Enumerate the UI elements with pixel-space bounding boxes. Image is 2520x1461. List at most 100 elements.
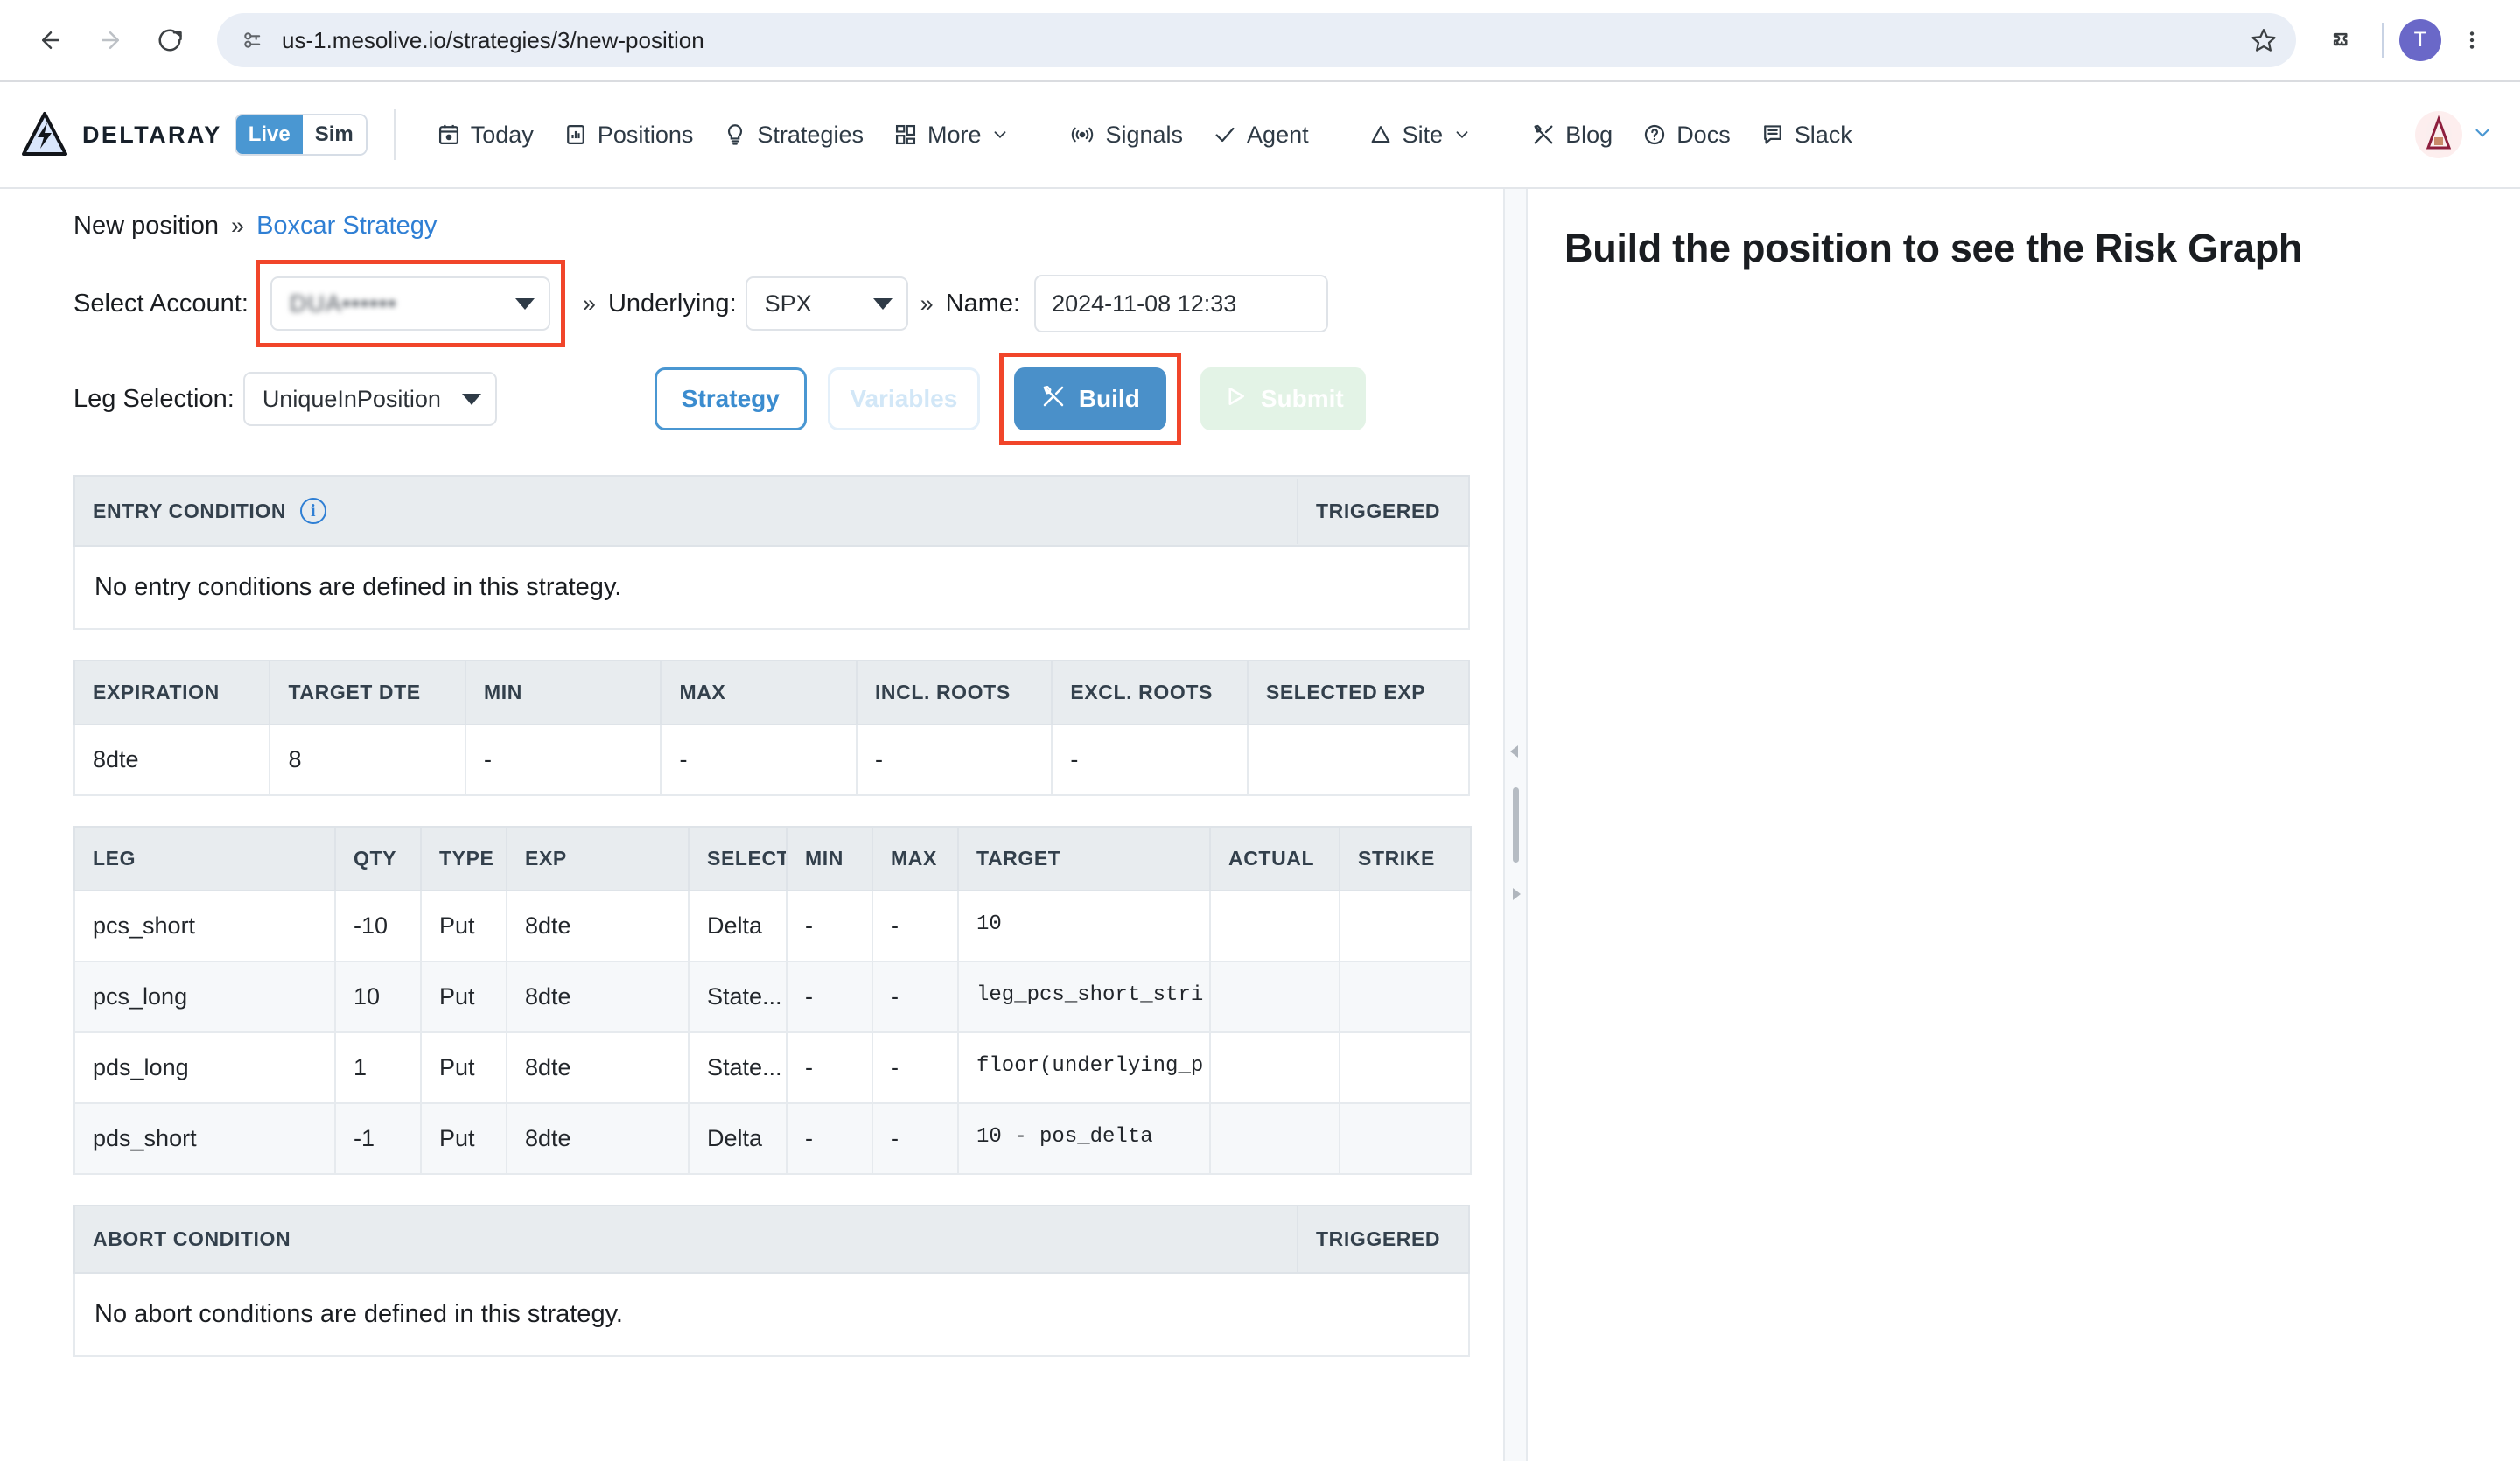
cell-selector: State... <box>688 961 788 1033</box>
nav-item-site[interactable]: Site <box>1354 122 1488 149</box>
leg-selection-select[interactable]: UniqueInPosition <box>242 372 497 426</box>
expiration-table-block: EXPIRATION TARGET DTE MIN MAX INCL. ROOT… <box>73 660 1486 796</box>
nav-item-signals[interactable]: Signals <box>1054 122 1198 149</box>
nav-label-agent: Agent <box>1247 121 1309 148</box>
variables-button[interactable]: Variables <box>827 367 980 430</box>
expand-right-icon[interactable] <box>1507 885 1524 907</box>
submit-button[interactable]: Submit <box>1200 367 1366 430</box>
cell-type: Put <box>420 1031 508 1104</box>
browser-back-button[interactable] <box>23 12 79 68</box>
expiration-table: EXPIRATION TARGET DTE MIN MAX INCL. ROOT… <box>73 660 1471 796</box>
cell-strike <box>1339 890 1472 962</box>
nav-item-positions[interactable]: Positions <box>549 122 709 149</box>
play-icon <box>1222 383 1249 416</box>
form-separator-2: » <box>920 290 934 317</box>
calendar-icon <box>437 122 461 147</box>
cell-max: - <box>872 1102 959 1175</box>
breadcrumb-separator: » <box>231 213 245 239</box>
site-info-icon[interactable] <box>240 28 264 52</box>
nav-label-site: Site <box>1402 121 1444 148</box>
cell-excl-roots: - <box>1051 724 1249 796</box>
nav-item-agent[interactable]: Agent <box>1198 122 1324 149</box>
bookmark-star-icon[interactable] <box>2250 27 2277 53</box>
nav-label-strategies: Strategies <box>757 121 864 148</box>
cell-selector: Delta <box>688 890 788 962</box>
abort-condition-title-cell: ABORT CONDITION <box>75 1206 1297 1272</box>
browser-forward-button[interactable] <box>82 12 138 68</box>
breadcrumb-current: New position <box>74 212 220 240</box>
account-select[interactable]: DUA•••••• <box>270 276 550 331</box>
table-row[interactable]: pds_short -1 Put 8dte Delta - - 10 - pos… <box>74 1102 1472 1175</box>
leg-selection-value: UniqueInPosition <box>262 385 441 412</box>
cell-exp: 8dte <box>506 1031 690 1104</box>
account-highlight-box: DUA•••••• <box>255 260 565 347</box>
col-type: TYPE <box>420 826 508 891</box>
nav-label-today: Today <box>470 121 534 148</box>
profile-avatar[interactable]: T <box>2399 19 2441 61</box>
cell-leg: pcs_long <box>74 961 336 1033</box>
nav-item-slack[interactable]: Slack <box>1746 122 1867 149</box>
table-row[interactable]: pcs_long 10 Put 8dte State... - - leg_pc… <box>74 961 1472 1033</box>
nav-item-blog[interactable]: Blog <box>1516 122 1628 149</box>
chevron-down-icon <box>514 297 535 310</box>
message-icon <box>1760 122 1785 147</box>
select-account-label: Select Account: <box>74 289 248 318</box>
cell-leg: pds_short <box>74 1102 336 1175</box>
cell-actual <box>1209 1102 1340 1175</box>
col-min: MIN <box>786 826 873 891</box>
cell-actual <box>1209 890 1340 962</box>
strategy-button[interactable]: Strategy <box>654 367 807 430</box>
leg-table: LEG QTY TYPE EXP SELECTOR MIN MAX TARGET… <box>74 826 1472 1175</box>
user-menu[interactable] <box>2415 111 2494 158</box>
sim-mode-option[interactable]: Sim <box>302 115 366 154</box>
chevron-down-icon[interactable] <box>2471 122 2494 149</box>
nav-item-docs[interactable]: Docs <box>1628 122 1746 149</box>
col-qty: QTY <box>334 826 422 891</box>
nav-item-more[interactable]: More <box>878 122 1026 149</box>
cell-strike <box>1339 1031 1472 1104</box>
entry-condition-triggered-header: TRIGGERED <box>1297 478 1468 544</box>
table-row[interactable]: 8dte 8 - - - - <box>73 724 1471 796</box>
site-nav: Site <box>1354 122 1488 149</box>
live-sim-toggle[interactable]: Live Sim <box>234 114 368 156</box>
collapse-left-icon[interactable] <box>1507 743 1524 765</box>
col-expiration: EXPIRATION <box>73 660 271 725</box>
avatar[interactable] <box>2415 111 2462 158</box>
pane-splitter[interactable] <box>1503 189 1528 1461</box>
tools-icon <box>1040 383 1067 416</box>
address-bar[interactable]: us-1.mesolive.io/strategies/3/new-positi… <box>217 13 2296 67</box>
leg-table-header-row: LEG QTY TYPE EXP SELECTOR MIN MAX TARGET… <box>74 826 1472 891</box>
table-row[interactable]: pds_long 1 Put 8dte State... - - floor(u… <box>74 1031 1472 1104</box>
breadcrumb: New position » Boxcar Strategy <box>74 212 1486 241</box>
cell-min: - <box>786 1102 873 1175</box>
cell-exp: 8dte <box>506 890 690 962</box>
lightbulb-icon <box>723 122 747 147</box>
risk-graph-placeholder-message: Build the position to see the Risk Graph <box>1564 226 2303 270</box>
cell-min: - <box>786 1031 873 1104</box>
brand-logo-group[interactable]: DELTARAY <box>19 109 222 160</box>
live-mode-option[interactable]: Live <box>235 115 303 154</box>
underlying-select[interactable]: SPX <box>745 276 908 331</box>
nav-item-today[interactable]: Today <box>422 122 549 149</box>
breadcrumb-strategy-link[interactable]: Boxcar Strategy <box>256 212 437 241</box>
cell-type: Put <box>420 890 508 962</box>
info-icon[interactable]: i <box>300 498 327 524</box>
nav-label-signals: Signals <box>1105 121 1184 148</box>
cell-max: - <box>872 961 959 1033</box>
build-button[interactable]: Build <box>1013 367 1166 430</box>
cell-type: Put <box>420 1102 508 1175</box>
col-incl-roots: INCL. ROOTS <box>855 660 1054 725</box>
abort-condition-block: ABORT CONDITION TRIGGERED No abort condi… <box>74 1205 1486 1357</box>
cell-leg: pds_long <box>74 1031 336 1104</box>
nav-item-strategies[interactable]: Strategies <box>708 122 878 149</box>
splitter-drag-handle[interactable] <box>1512 787 1519 863</box>
name-input[interactable] <box>1034 275 1329 332</box>
chevron-down-icon <box>872 297 892 310</box>
col-excl-roots: EXCL. ROOTS <box>1051 660 1249 725</box>
browser-menu-icon[interactable] <box>2446 15 2497 66</box>
cell-min: - <box>464 724 662 796</box>
extensions-icon[interactable] <box>2315 15 2366 66</box>
bar-chart-icon <box>564 122 588 147</box>
browser-reload-button[interactable] <box>142 12 198 68</box>
table-row[interactable]: pcs_short -10 Put 8dte Delta - - 10 <box>74 890 1472 962</box>
